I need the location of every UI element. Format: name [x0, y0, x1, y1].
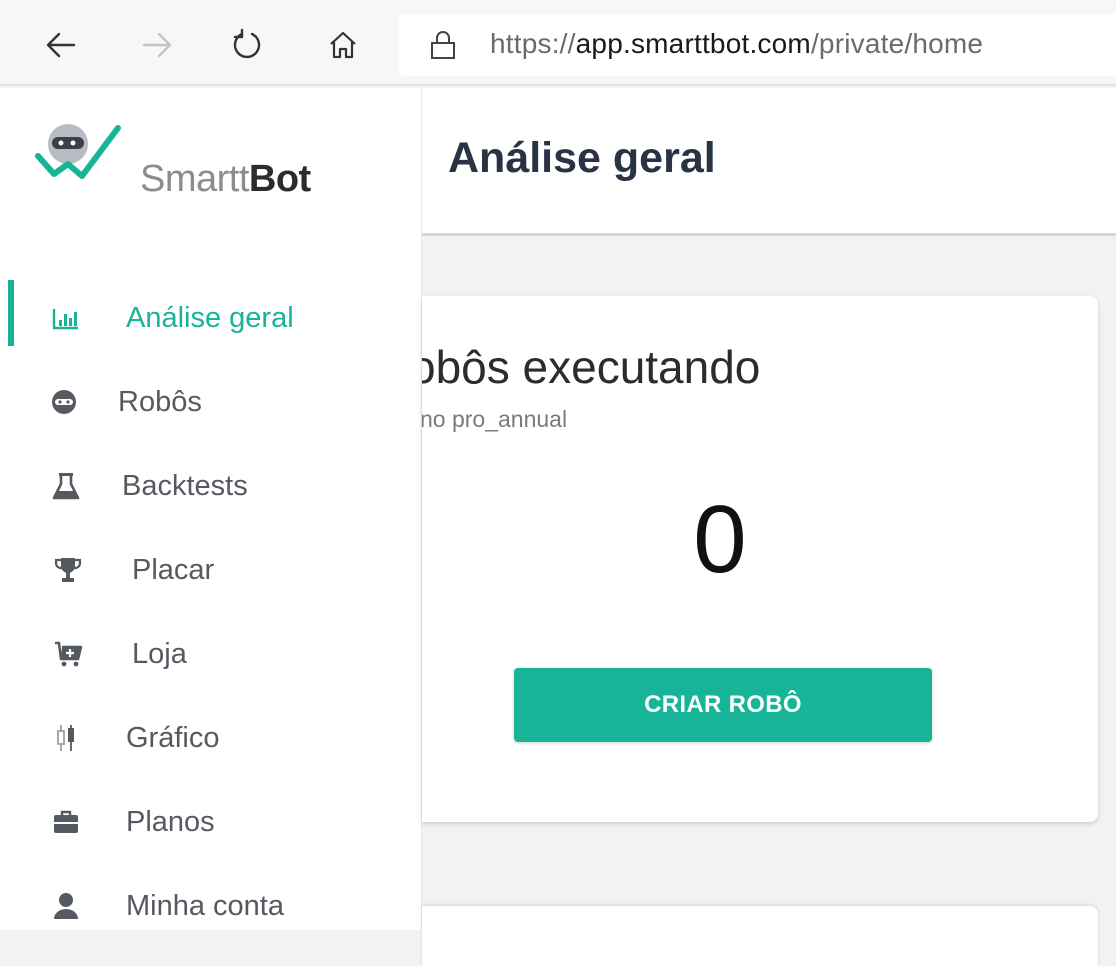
sidebar-item-label: Backtests [122, 470, 248, 502]
card-subtitle: no pro_annual [422, 406, 568, 432]
browser-toolbar: https://app.smarttbot.com/private/home [0, 0, 1116, 86]
sidebar-item-planos[interactable]: Planos [0, 792, 420, 852]
url-path: /private/home [810, 28, 984, 59]
sidebar-item-grafico[interactable]: Gráfico [0, 708, 420, 768]
page-header: Análise geral [422, 88, 1116, 236]
lock-icon [431, 31, 455, 59]
arrow-left-icon [46, 32, 76, 58]
sidebar-item-label: Placar [132, 554, 215, 586]
url-host: app.smarttbot.com [575, 28, 811, 59]
briefcase-icon [50, 806, 82, 838]
running-robots-count: 0 [693, 486, 747, 593]
brand-name-bold: Bot [248, 158, 311, 200]
sidebar-item-placar[interactable]: Placar [0, 540, 420, 600]
url-text: https://app.smarttbot.com/private/home [490, 28, 983, 60]
reload-button[interactable] [222, 20, 272, 70]
user-icon [50, 890, 82, 922]
page-title: Análise geral [448, 134, 716, 182]
create-robot-button[interactable]: CRIAR ROBÔ [514, 668, 932, 742]
refresh-icon [233, 28, 261, 59]
sidebar-item-label: Gráfico [126, 722, 220, 754]
sidebar-item-label: Robôs [118, 386, 202, 418]
address-bar[interactable]: https://app.smarttbot.com/private/home [398, 14, 1116, 76]
sidebar-item-label: Minha conta [126, 890, 284, 922]
sidebar: SmarttBot Análise geral Robôs Backtests … [0, 88, 422, 930]
robot-icon [48, 386, 80, 418]
home-icon [330, 31, 356, 59]
sidebar-item-label: Análise geral [126, 302, 294, 334]
secondary-card [422, 906, 1098, 966]
cart-icon [52, 638, 84, 670]
sidebar-item-minha-conta[interactable]: Minha conta [0, 876, 420, 936]
sidebar-item-backtests[interactable]: Backtests [0, 456, 420, 516]
sidebar-item-analise-geral[interactable]: Análise geral [0, 288, 420, 348]
sidebar-item-label: Planos [126, 806, 215, 838]
brand[interactable]: SmarttBot [34, 116, 364, 198]
sidebar-item-robos[interactable]: Robôs [0, 372, 420, 432]
card-title: obôs executando [422, 341, 761, 393]
sidebar-item-label: Loja [132, 638, 187, 670]
flask-icon [50, 470, 82, 502]
bar-chart-icon [50, 302, 82, 334]
trophy-icon [52, 554, 84, 586]
smarttbot-logo-icon [35, 124, 121, 179]
brand-name-light: Smartt [140, 158, 249, 200]
back-button[interactable] [36, 20, 86, 70]
url-scheme: https:// [490, 28, 576, 59]
forward-button[interactable] [132, 20, 182, 70]
home-button[interactable] [318, 20, 368, 70]
arrow-right-icon [142, 32, 172, 58]
running-robots-card: obôs executando no pro_annual 0 CRIAR RO… [422, 296, 1098, 822]
candlestick-icon [50, 722, 82, 754]
brand-name: SmarttBot [140, 160, 311, 198]
sidebar-item-loja[interactable]: Loja [0, 624, 420, 684]
